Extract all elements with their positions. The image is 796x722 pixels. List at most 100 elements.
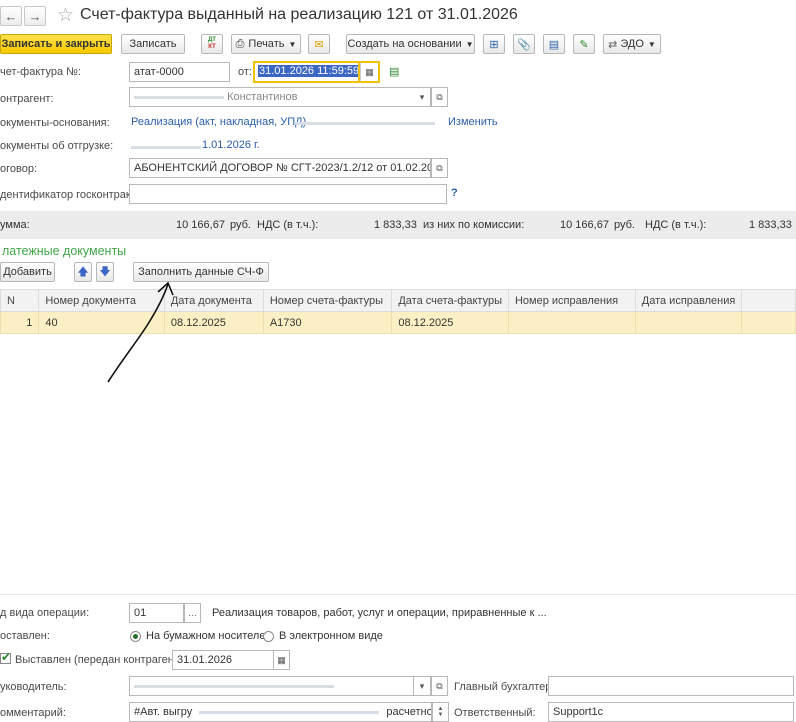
help-icon[interactable]: ? <box>451 187 458 199</box>
counterparty-dropdown[interactable]: ▾ <box>414 87 431 107</box>
print-button[interactable]: ⎙ Печать ▼ <box>231 34 301 54</box>
pencil-icon: ✎ <box>579 38 589 51</box>
comment-scroll[interactable]: ▲ ▼ <box>432 702 449 722</box>
column-header[interactable]: Дата счета-фактуры <box>391 289 509 312</box>
divider <box>0 594 796 595</box>
payments-section-title: латежные документы <box>2 244 127 258</box>
comment-field[interactable]: #Авт. выгру расчетном <box>129 702 432 722</box>
move-up-button[interactable]: 🡅 <box>74 262 92 282</box>
comment-value: #Авт. выгру <box>134 706 193 718</box>
issued-checkbox[interactable]: ✔ <box>0 650 11 664</box>
operation-code-select[interactable]: … <box>184 603 201 623</box>
counterparty-value: Константинов <box>227 91 298 103</box>
open-icon: ⧉ <box>436 680 443 691</box>
correction-date-cell[interactable] <box>634 311 743 334</box>
currency-label: руб. <box>614 219 635 231</box>
create-based-button[interactable]: Создать на основании ▼ <box>346 34 475 54</box>
issued-date-calendar[interactable]: ▦ <box>273 650 290 670</box>
calendar-button[interactable]: ▦ <box>360 61 380 83</box>
report-button[interactable]: ▤ <box>543 34 565 54</box>
gov-contract-label: дентификатор госконтракта: <box>0 189 145 201</box>
head-field[interactable] <box>129 676 414 696</box>
column-header[interactable]: Дата исправления <box>634 289 743 312</box>
date-field[interactable]: 31.01.2026 11:59:59 <box>253 61 360 83</box>
calendar-icon: ▦ <box>365 66 374 77</box>
responsible-label: Ответственный: <box>454 707 536 719</box>
dtkt-button[interactable]: ДТ КТ <box>201 34 223 54</box>
email-button[interactable]: ✉ <box>308 34 330 54</box>
column-header[interactable]: Номер счета-фактуры <box>262 289 393 312</box>
open-icon: ⧉ <box>436 162 443 173</box>
dt-icon: ДТ <box>208 37 216 43</box>
shipping-docs-link[interactable]: 1.01.2026 г. <box>202 139 260 151</box>
scroll-down-icon: ▼ <box>437 712 444 718</box>
counterparty-open[interactable]: ⧉ <box>431 87 448 107</box>
change-link[interactable]: Изменить <box>448 116 498 128</box>
invoice-date-cell[interactable]: 08.12.2025 <box>391 311 509 334</box>
column-header[interactable]: N <box>0 289 40 312</box>
issued-date-field[interactable]: 31.01.2026 <box>172 650 274 670</box>
shipping-docs-label: окументы об отгрузке: <box>0 140 114 152</box>
correction-number-cell[interactable] <box>507 311 636 334</box>
attach-button[interactable]: 📎 <box>513 34 535 54</box>
operation-code-label: д вида операции: <box>0 607 90 619</box>
add-button[interactable]: Добавить <box>0 262 55 282</box>
head-open[interactable]: ⧉ <box>431 676 448 696</box>
edo-label: ЭДО <box>620 38 644 50</box>
gov-contract-field[interactable] <box>129 184 447 204</box>
counterparty-field[interactable]: Константинов <box>129 87 415 107</box>
star-icon[interactable]: ☆ <box>57 4 74 27</box>
edit-button[interactable]: ✎ <box>573 34 595 54</box>
empty-cell[interactable] <box>741 311 796 334</box>
row-number[interactable]: 1 <box>0 311 40 334</box>
counterparty-label: онтрагент: <box>0 93 54 105</box>
head-label: уководитель: <box>0 681 67 693</box>
invoice-number-field[interactable]: атат-0000 <box>129 62 230 82</box>
responsible-field[interactable]: Support1c <box>548 702 794 722</box>
page-title: Счет-фактура выданный на реализацию 121 … <box>80 6 518 23</box>
blurred-text <box>134 684 334 688</box>
structure-button[interactable]: ⊞ <box>483 34 505 54</box>
column-header[interactable]: Номер исправления <box>507 289 636 312</box>
save-button[interactable]: Записать <box>121 34 185 54</box>
comment-label: омментарий: <box>0 707 66 719</box>
blurred-text <box>134 95 224 99</box>
edo-button[interactable]: ⇄ ЭДО ▼ <box>603 34 661 54</box>
arrow-left-icon: ← <box>4 8 18 24</box>
paperclip-icon: 📎 <box>517 38 531 51</box>
hand-drawn-arrow <box>107 281 174 383</box>
report-icon: ▤ <box>548 38 560 51</box>
electronic-label[interactable]: В электронном виде <box>279 630 383 642</box>
document-status-icon[interactable]: ▤ <box>389 65 399 78</box>
chevron-down-icon: ▾ <box>419 680 425 691</box>
edo-icon: ⇄ <box>608 38 618 51</box>
commission-label: из них по комиссии: <box>423 219 525 231</box>
chief-accountant-field[interactable] <box>548 676 794 696</box>
paper-label[interactable]: На бумажном носителе <box>146 630 265 642</box>
contract-open[interactable]: ⧉ <box>431 158 448 178</box>
basis-docs-link[interactable]: Реализация (акт, накладная, УПД) <box>131 116 306 128</box>
chevron-down-icon: ▾ <box>419 91 425 102</box>
chief-accountant-label: Главный бухгалтер: <box>454 681 555 693</box>
chevron-down-icon: ▼ <box>647 39 656 49</box>
summary-bar: умма: 10 166,67 руб. НДС (в т.ч.): 1 833… <box>0 211 796 239</box>
paper-radio[interactable] <box>130 631 141 642</box>
kt-icon: КТ <box>208 44 216 50</box>
save-and-close-button[interactable]: Записать и закрыть <box>0 34 112 54</box>
ellipsis-icon: … <box>188 608 197 618</box>
create-based-label: Создать на основании <box>347 38 462 50</box>
invoice-number-cell[interactable]: А1730 <box>262 311 393 334</box>
vat-label: НДС (в т.ч.): <box>257 219 319 231</box>
operation-code-field[interactable]: 01 <box>129 603 184 623</box>
contract-field[interactable]: АБОНЕНТСКИЙ ДОГОВОР № СГТ-2023/1.2/12 от… <box>129 158 431 178</box>
head-dropdown[interactable]: ▾ <box>414 676 431 696</box>
envelope-icon: ✉ <box>314 38 324 51</box>
vat2-value: 1 833,33 <box>749 219 792 231</box>
electronic-radio[interactable] <box>263 631 274 642</box>
column-header[interactable] <box>741 289 796 312</box>
print-label: Печать <box>248 38 285 50</box>
fill-invoice-data-label: Заполнить данные СЧ-Ф <box>138 266 264 278</box>
structure-icon: ⊞ <box>489 38 499 51</box>
back-button[interactable]: ← <box>0 6 22 26</box>
forward-button[interactable]: → <box>24 6 46 26</box>
